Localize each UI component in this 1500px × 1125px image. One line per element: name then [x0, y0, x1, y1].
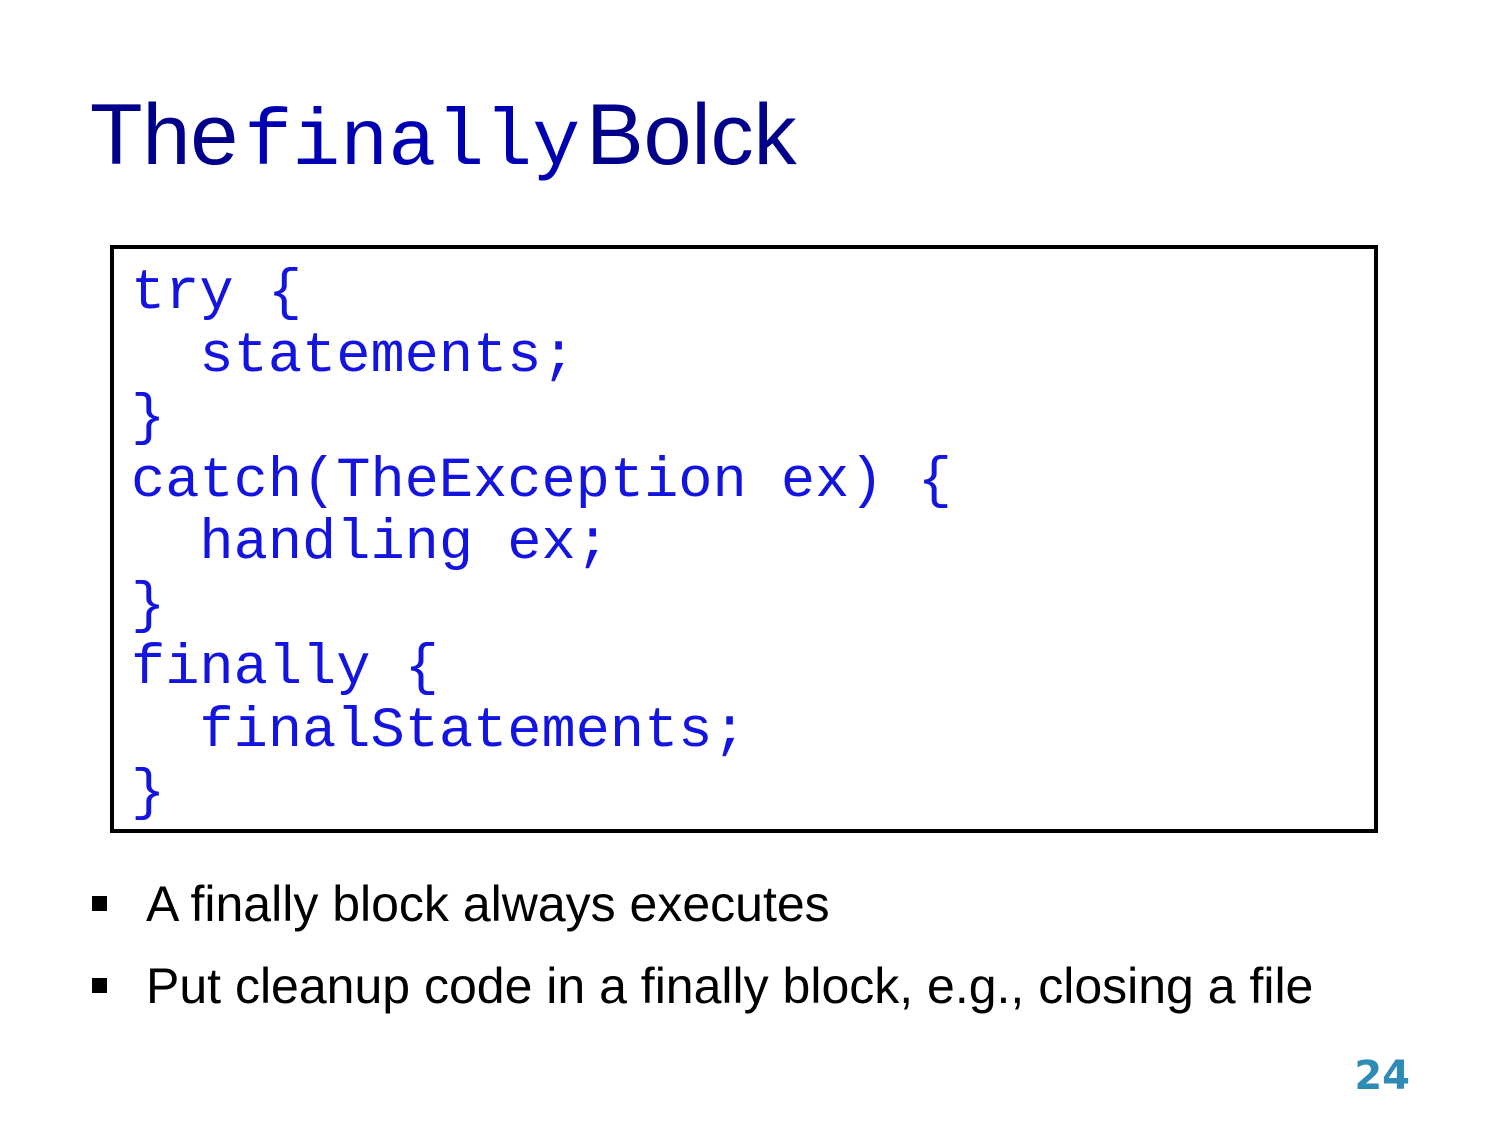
code-line: handling ex; — [131, 512, 610, 576]
code-line: finalStatements; — [131, 699, 747, 764]
code-line: } — [131, 387, 166, 451]
page-number: 24 — [1354, 1053, 1410, 1099]
slide: ThefinallyBolck try { statements; } catc… — [0, 0, 1500, 1125]
code-line: statements; — [131, 324, 576, 389]
code-line: finally { — [131, 637, 439, 701]
square-bullet-icon — [92, 896, 107, 911]
slide-title: ThefinallyBolck — [90, 92, 797, 184]
title-code-word: finally — [244, 98, 581, 189]
title-prefix: The — [90, 87, 239, 183]
code-block: try { statements; } catch(TheException e… — [110, 245, 1378, 833]
bullet-text: A finally block always executes — [146, 876, 830, 932]
square-bullet-icon — [92, 978, 107, 993]
bullet-text: Put cleanup code in a finally block, e.g… — [146, 958, 1314, 1014]
code-line: } — [131, 762, 166, 826]
code-line: try { — [131, 262, 303, 326]
title-suffix: Bolck — [586, 87, 797, 183]
code-line: catch(TheException ex) { — [131, 449, 952, 514]
code-line: } — [131, 574, 166, 639]
code-lines: try { statements; } catch(TheException e… — [131, 263, 952, 826]
